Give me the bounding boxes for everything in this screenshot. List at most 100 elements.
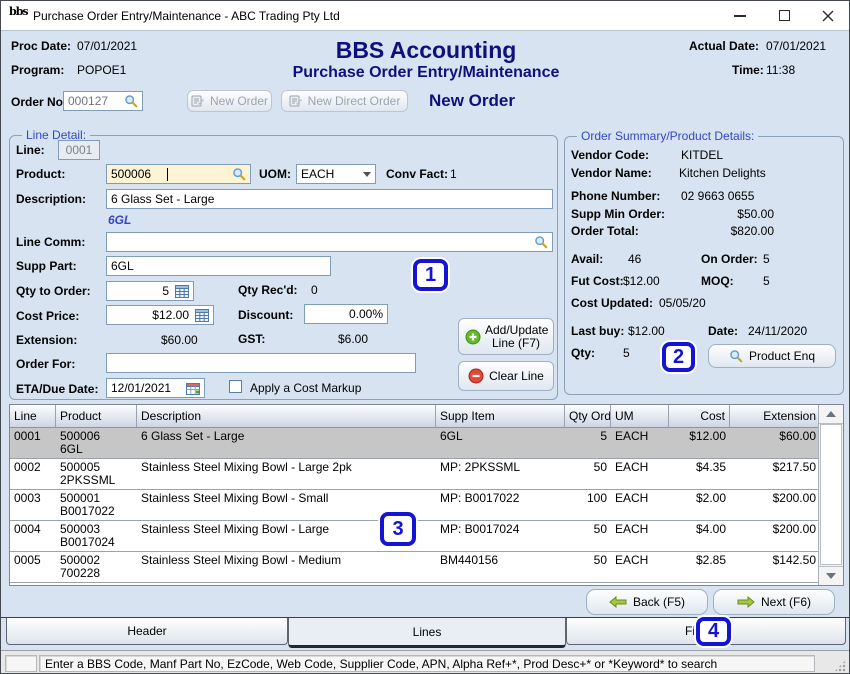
- col-header-um[interactable]: UM: [611, 405, 669, 427]
- order-no-label: Order No:: [11, 95, 67, 109]
- product-field[interactable]: 500006: [106, 164, 251, 184]
- product-alt-code: 6GL: [108, 213, 131, 227]
- app-window: bbs Purchase Order Entry/Maintenance - A…: [0, 0, 850, 674]
- scroll-down-icon[interactable]: [819, 566, 843, 585]
- time-value: 11:38: [766, 63, 795, 77]
- fut-cost-value: $12.00: [623, 274, 660, 288]
- conv-fact-label: Conv Fact:: [386, 167, 448, 181]
- grid-scrollbar[interactable]: [818, 405, 843, 585]
- cost-updated-label: Cost Updated:: [571, 296, 653, 310]
- new-direct-order-icon: [289, 95, 302, 107]
- add-plus-icon: [465, 329, 481, 345]
- calculator-icon[interactable]: [195, 309, 209, 322]
- col-header-line[interactable]: Line: [10, 405, 56, 427]
- col-header-cost[interactable]: Cost: [669, 405, 730, 427]
- next-button[interactable]: Next (F6): [713, 589, 835, 615]
- order-total-label: Order Total:: [571, 224, 639, 238]
- actual-date-value: 07/01/2021: [766, 39, 826, 53]
- table-row[interactable]: 0002 5000052PKSSML Stainless Steel Mixin…: [10, 459, 843, 490]
- col-header-extension[interactable]: Extension: [730, 405, 820, 427]
- line-comm-label: Line Comm:: [16, 235, 85, 249]
- calendar-icon[interactable]: [186, 382, 200, 395]
- clear-line-button[interactable]: Clear Line: [458, 361, 554, 391]
- gst-label: GST:: [238, 332, 265, 346]
- clear-minus-icon: [468, 368, 484, 384]
- col-header-qty-ord[interactable]: Qty Ord: [565, 405, 611, 427]
- discount-field[interactable]: 0.00%: [304, 304, 388, 324]
- status-message: Enter a BBS Code, Manf Part No, EzCode, …: [39, 655, 815, 672]
- gst-value: $6.00: [338, 332, 368, 346]
- scroll-up-icon[interactable]: [819, 405, 843, 424]
- col-header-supp-item[interactable]: Supp Item: [436, 405, 565, 427]
- description-field[interactable]: 6 Glass Set - Large: [106, 189, 553, 209]
- line-number-field: 0001: [58, 140, 100, 160]
- moq-label: MOQ:: [701, 274, 734, 288]
- new-order-button[interactable]: New Order: [187, 90, 272, 112]
- product-search-icon[interactable]: [232, 167, 246, 181]
- moq-value: 5: [763, 274, 770, 288]
- order-total-value: $820.00: [691, 224, 774, 238]
- qty-to-order-label: Qty to Order:: [16, 284, 91, 298]
- annotation-marker-1: 1: [413, 259, 448, 291]
- tab-header[interactable]: Header: [6, 618, 288, 645]
- line-comment-field[interactable]: [106, 232, 553, 252]
- back-button[interactable]: Back (F5): [586, 589, 708, 615]
- eta-due-date-field[interactable]: 12/01/2021: [106, 378, 205, 398]
- calculator-icon[interactable]: [175, 285, 189, 298]
- cost-price-label: Cost Price:: [16, 309, 79, 323]
- cost-price-field[interactable]: $12.00: [106, 305, 214, 325]
- annotation-marker-3: 3: [380, 512, 416, 546]
- conv-fact-value: 1: [450, 167, 457, 181]
- order-mode-text: New Order: [429, 91, 515, 111]
- qty-recd-value: 0: [311, 283, 318, 297]
- comment-search-icon[interactable]: [534, 235, 548, 249]
- table-row[interactable]: 0001 5000066GL 6 Glass Set - Large 6GL 5…: [10, 428, 843, 459]
- col-header-product[interactable]: Product: [56, 405, 137, 427]
- tab-lines[interactable]: Lines: [288, 618, 566, 648]
- phone-number-label: Phone Number:: [571, 189, 660, 203]
- resize-grip[interactable]: [834, 660, 846, 672]
- search-icon[interactable]: [124, 94, 138, 108]
- avail-label: Avail:: [571, 252, 603, 266]
- new-order-icon: [191, 95, 204, 107]
- table-row[interactable]: 0005 500002700228 Stainless Steel Mixing…: [10, 552, 843, 583]
- last-buy-label: Last buy:: [571, 324, 624, 338]
- order-summary-legend: Order Summary/Product Details:: [577, 129, 758, 143]
- last-buy-date-value: 24/11/2020: [748, 324, 807, 338]
- apply-cost-markup-checkbox[interactable]: [229, 380, 242, 393]
- col-header-description[interactable]: Description: [137, 405, 436, 427]
- maximize-button[interactable]: [767, 1, 801, 30]
- chevron-down-icon: [363, 172, 371, 177]
- discount-label: Discount:: [238, 308, 293, 322]
- uom-select[interactable]: EACH: [296, 164, 376, 184]
- product-enq-search-icon: [729, 349, 743, 363]
- supp-part-field[interactable]: 6GL: [106, 256, 331, 276]
- on-order-label: On Order:: [701, 252, 758, 266]
- fut-cost-label: Fut Cost:: [571, 274, 624, 288]
- order-for-label: Order For:: [16, 357, 75, 371]
- app-subtitle: Purchase Order Entry/Maintenance: [1, 64, 850, 82]
- vendor-code-label: Vendor Code:: [571, 148, 649, 162]
- extension-value: $60.00: [161, 333, 198, 347]
- product-enq-button[interactable]: Product Enq: [708, 344, 836, 368]
- last-buy-qty-label: Qty:: [571, 346, 595, 360]
- table-row[interactable]: 0003 500001B0017022 Stainless Steel Mixi…: [10, 490, 843, 521]
- actual-date-label: Actual Date:: [689, 39, 759, 53]
- add-update-line-button[interactable]: Add/Update Line (F7): [458, 318, 554, 355]
- scrollbar-thumb[interactable]: [820, 424, 842, 565]
- order-no-field[interactable]: 000127: [63, 91, 143, 111]
- title-bar: bbs Purchase Order Entry/Maintenance - A…: [1, 1, 849, 31]
- last-buy-value: $12.00: [628, 324, 665, 338]
- new-direct-order-button[interactable]: New Direct Order: [281, 90, 408, 112]
- annotation-marker-4: 4: [696, 617, 731, 646]
- order-for-field[interactable]: [106, 353, 416, 373]
- text-cursor: [167, 168, 168, 181]
- last-buy-date-label: Date:: [708, 324, 738, 338]
- extension-label: Extension:: [16, 333, 77, 347]
- close-button[interactable]: [811, 1, 845, 30]
- apply-cost-markup-label: Apply a Cost Markup: [250, 381, 361, 395]
- qty-to-order-field[interactable]: 5: [106, 281, 194, 301]
- uom-label: UOM:: [259, 167, 291, 181]
- minimize-button[interactable]: [723, 1, 757, 30]
- table-row[interactable]: 0004 500003B0017024 Stainless Steel Mixi…: [10, 521, 843, 552]
